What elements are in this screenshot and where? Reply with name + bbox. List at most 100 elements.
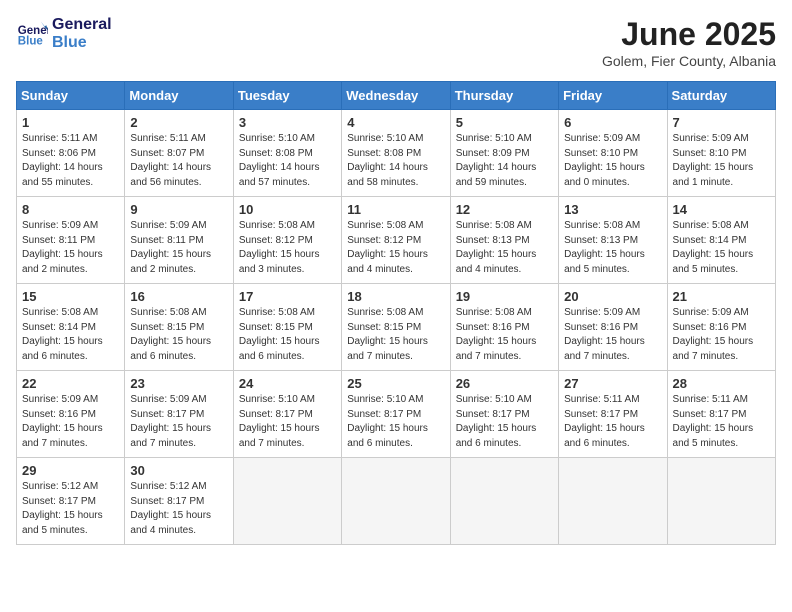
calendar-week-2: 8 Sunrise: 5:09 AM Sunset: 8:11 PM Daylig… [17,197,776,284]
calendar-header: SundayMondayTuesdayWednesdayThursdayFrid… [17,82,776,110]
day-info: Sunrise: 5:08 AM Sunset: 8:14 PM Dayligh… [22,306,119,364]
table-row: 9 Sunrise: 5:09 AM Sunset: 8:11 PM Daylig… [125,197,233,284]
table-row: 5Sunrise: 5:10 AM Sunset: 8:09 PM Daylig… [450,110,558,197]
day-info: Sunrise: 5:09 AM Sunset: 8:16 PM Dayligh… [564,306,661,364]
table-row: 26 Sunrise: 5:10 AM Sunset: 8:17 PM Dayli… [450,371,558,458]
day-number: 21 [673,289,770,304]
table-row: 3 Sunrise: 5:10 AM Sunset: 8:08 PM Daylig… [233,110,341,197]
day-info: Sunrise: 5:08 AM Sunset: 8:16 PM Dayligh… [456,306,553,364]
day-number: 27 [564,376,661,391]
day-number: 10 [239,202,336,217]
table-row: 13 Sunrise: 5:08 AM Sunset: 8:13 PM Dayli… [559,197,667,284]
weekday-saturday: Saturday [667,82,775,110]
day-number: 22 [22,376,119,391]
weekday-header-row: SundayMondayTuesdayWednesdayThursdayFrid… [17,82,776,110]
logo-general: General [52,16,112,34]
day-number: 7 [673,115,770,130]
day-number: 23 [130,376,227,391]
weekday-friday: Friday [559,82,667,110]
day-info: Sunrise: 5:09 AM Sunset: 8:11 PM Dayligh… [130,219,227,277]
logo: General Blue General Blue [16,16,112,51]
svg-text:Blue: Blue [18,35,44,47]
day-number: 6 [564,115,661,130]
day-info: Sunrise: 5:10 AM Sunset: 8:17 PM Dayligh… [239,393,336,451]
day-number: 17 [239,289,336,304]
weekday-wednesday: Wednesday [342,82,450,110]
table-row [233,458,341,545]
location-subtitle: Golem, Fier County, Albania [602,53,776,69]
day-info: Sunrise: 5:08 AM Sunset: 8:15 PM Dayligh… [239,306,336,364]
day-number: 1 [22,115,119,130]
day-number: 15 [22,289,119,304]
day-number: 26 [456,376,553,391]
day-info: Sunrise: 5:10 AM Sunset: 8:08 PM Dayligh… [239,132,336,190]
table-row: 1 Sunrise: 5:11 AM Sunset: 8:06 PM Daylig… [17,110,125,197]
table-row: 20 Sunrise: 5:09 AM Sunset: 8:16 PM Dayli… [559,284,667,371]
table-row [667,458,775,545]
day-number: 20 [564,289,661,304]
day-info: Sunrise: 5:10 AM Sunset: 8:17 PM Dayligh… [347,393,444,451]
logo-blue: Blue [52,34,112,52]
table-row: 2Sunrise: 5:11 AM Sunset: 8:07 PM Daylig… [125,110,233,197]
day-number: 9 [130,202,227,217]
day-info: Sunrise: 5:09 AM Sunset: 8:10 PM Dayligh… [673,132,770,190]
day-info: Sunrise: 5:12 AM Sunset: 8:17 PM Dayligh… [22,480,119,538]
table-row: 4Sunrise: 5:10 AM Sunset: 8:08 PM Daylig… [342,110,450,197]
day-info: Sunrise: 5:10 AM Sunset: 8:08 PM Dayligh… [347,132,444,190]
table-row: 23 Sunrise: 5:09 AM Sunset: 8:17 PM Dayli… [125,371,233,458]
table-row [559,458,667,545]
day-info: Sunrise: 5:08 AM Sunset: 8:15 PM Dayligh… [130,306,227,364]
day-info: Sunrise: 5:08 AM Sunset: 8:13 PM Dayligh… [564,219,661,277]
day-number: 8 [22,202,119,217]
day-info: Sunrise: 5:09 AM Sunset: 8:10 PM Dayligh… [564,132,661,190]
table-row: 18Sunrise: 5:08 AM Sunset: 8:15 PM Dayli… [342,284,450,371]
day-info: Sunrise: 5:08 AM Sunset: 8:13 PM Dayligh… [456,219,553,277]
day-info: Sunrise: 5:08 AM Sunset: 8:14 PM Dayligh… [673,219,770,277]
table-row [450,458,558,545]
day-info: Sunrise: 5:11 AM Sunset: 8:06 PM Dayligh… [22,132,119,190]
day-info: Sunrise: 5:11 AM Sunset: 8:17 PM Dayligh… [673,393,770,451]
day-number: 14 [673,202,770,217]
day-number: 25 [347,376,444,391]
table-row: 29 Sunrise: 5:12 AM Sunset: 8:17 PM Dayli… [17,458,125,545]
table-row: 22Sunrise: 5:09 AM Sunset: 8:16 PM Dayli… [17,371,125,458]
logo-icon: General Blue [16,18,48,50]
day-number: 28 [673,376,770,391]
day-number: 3 [239,115,336,130]
day-info: Sunrise: 5:09 AM Sunset: 8:16 PM Dayligh… [673,306,770,364]
day-info: Sunrise: 5:08 AM Sunset: 8:12 PM Dayligh… [347,219,444,277]
day-number: 12 [456,202,553,217]
calendar-week-1: 1 Sunrise: 5:11 AM Sunset: 8:06 PM Daylig… [17,110,776,197]
day-info: Sunrise: 5:09 AM Sunset: 8:17 PM Dayligh… [130,393,227,451]
table-row: 17 Sunrise: 5:08 AM Sunset: 8:15 PM Dayli… [233,284,341,371]
weekday-sunday: Sunday [17,82,125,110]
day-info: Sunrise: 5:10 AM Sunset: 8:09 PM Dayligh… [456,132,553,190]
day-info: Sunrise: 5:11 AM Sunset: 8:17 PM Dayligh… [564,393,661,451]
day-number: 13 [564,202,661,217]
title-block: June 2025 Golem, Fier County, Albania [602,16,776,69]
day-info: Sunrise: 5:10 AM Sunset: 8:17 PM Dayligh… [456,393,553,451]
table-row: 24 Sunrise: 5:10 AM Sunset: 8:17 PM Dayli… [233,371,341,458]
day-number: 16 [130,289,227,304]
day-info: Sunrise: 5:11 AM Sunset: 8:07 PM Dayligh… [130,132,227,190]
table-row: 28 Sunrise: 5:11 AM Sunset: 8:17 PM Dayli… [667,371,775,458]
calendar-week-5: 29 Sunrise: 5:12 AM Sunset: 8:17 PM Dayli… [17,458,776,545]
table-row: 7 Sunrise: 5:09 AM Sunset: 8:10 PM Daylig… [667,110,775,197]
table-row [342,458,450,545]
table-row: 15 Sunrise: 5:08 AM Sunset: 8:14 PM Dayli… [17,284,125,371]
calendar-week-4: 22Sunrise: 5:09 AM Sunset: 8:16 PM Dayli… [17,371,776,458]
table-row: 12 Sunrise: 5:08 AM Sunset: 8:13 PM Dayli… [450,197,558,284]
weekday-monday: Monday [125,82,233,110]
table-row: 25 Sunrise: 5:10 AM Sunset: 8:17 PM Dayli… [342,371,450,458]
calendar-table: SundayMondayTuesdayWednesdayThursdayFrid… [16,81,776,545]
table-row: 11Sunrise: 5:08 AM Sunset: 8:12 PM Dayli… [342,197,450,284]
calendar-body: 1 Sunrise: 5:11 AM Sunset: 8:06 PM Daylig… [17,110,776,545]
table-row: 10Sunrise: 5:08 AM Sunset: 8:12 PM Dayli… [233,197,341,284]
day-number: 18 [347,289,444,304]
table-row: 8Sunrise: 5:09 AM Sunset: 8:11 PM Daylig… [17,197,125,284]
table-row: 30Sunrise: 5:12 AM Sunset: 8:17 PM Dayli… [125,458,233,545]
table-row: 19Sunrise: 5:08 AM Sunset: 8:16 PM Dayli… [450,284,558,371]
day-number: 29 [22,463,119,478]
day-number: 24 [239,376,336,391]
calendar-week-3: 15 Sunrise: 5:08 AM Sunset: 8:14 PM Dayli… [17,284,776,371]
